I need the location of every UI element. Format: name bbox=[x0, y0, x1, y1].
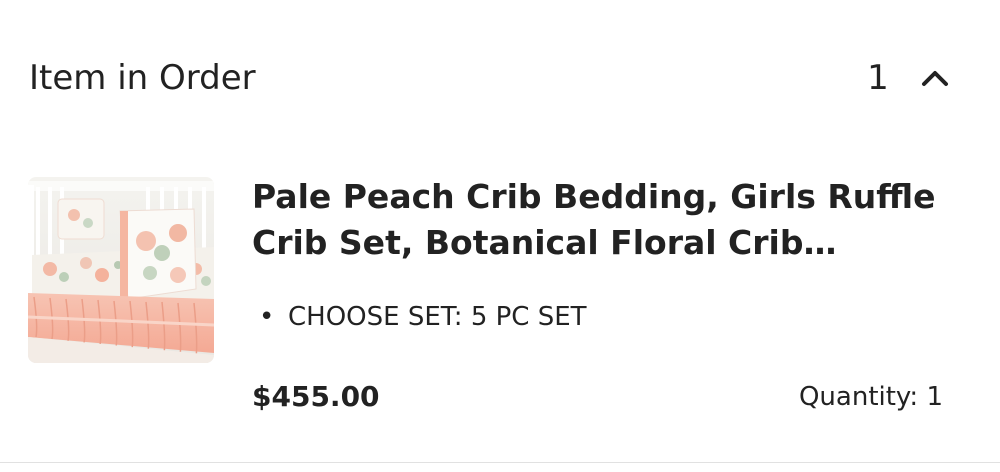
product-title[interactable]: Pale Peach Crib Bedding, Girls Ruffle Cr… bbox=[252, 174, 952, 266]
item-price: $455.00 bbox=[252, 380, 380, 413]
section-divider bbox=[0, 462, 1000, 463]
chevron-up-icon[interactable] bbox=[920, 66, 950, 90]
product-image[interactable] bbox=[28, 177, 214, 363]
order-items-header[interactable]: Item in Order 1 bbox=[0, 0, 1000, 155]
variation-bullet: • bbox=[259, 302, 275, 332]
crib-bedding-photo bbox=[28, 177, 214, 363]
section-title: Item in Order bbox=[29, 58, 256, 98]
item-quantity: Quantity: 1 bbox=[798, 382, 943, 412]
item-count: 1 bbox=[867, 58, 889, 98]
variation-text: CHOOSE SET: 5 PC SET bbox=[288, 302, 587, 332]
